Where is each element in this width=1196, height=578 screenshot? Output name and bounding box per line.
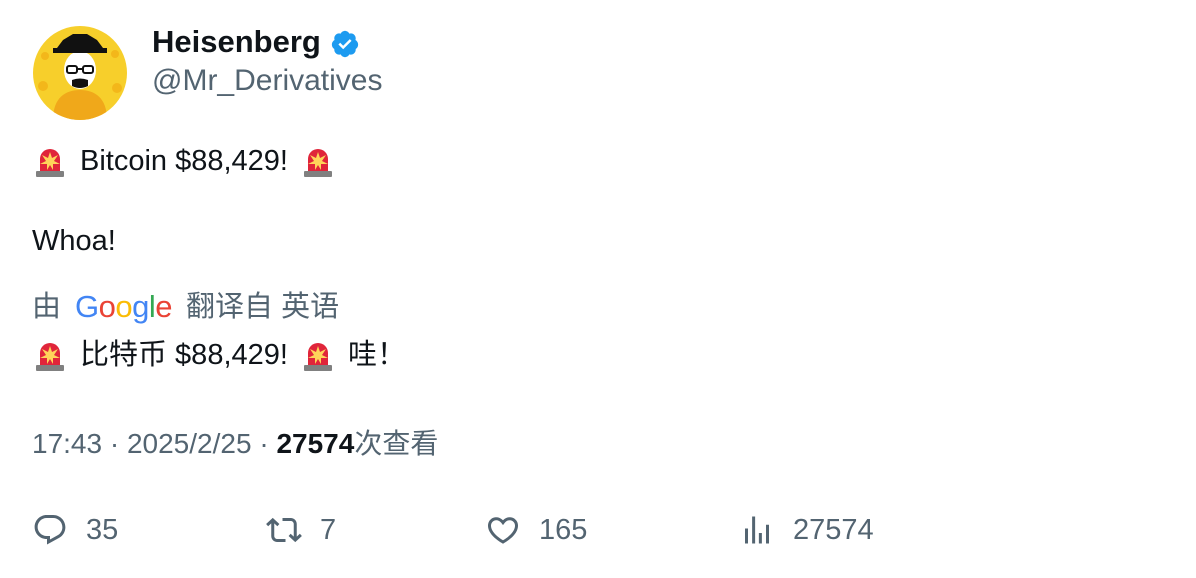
author-handle[interactable]: @Mr_Derivatives — [152, 63, 383, 99]
avatar[interactable] — [33, 26, 127, 120]
translation-prefix: 由 — [32, 291, 62, 323]
heisenberg-avatar-icon — [33, 26, 127, 120]
google-logo: Google — [75, 289, 173, 324]
police-car-light-icon — [303, 149, 332, 177]
meta-separator: · — [102, 428, 127, 459]
translation-attribution[interactable]: 由 Google 翻译自 英语 — [32, 288, 339, 326]
police-car-light-icon — [303, 343, 332, 371]
meta-separator: · — [251, 428, 277, 459]
translated-text-part2: 哇！ — [347, 339, 406, 371]
tweet-text-line2: Whoa! — [32, 225, 116, 257]
author-display-name[interactable]: Heisenberg — [152, 24, 321, 60]
author-name-row: Heisenberg — [152, 24, 360, 60]
police-car-light-icon — [36, 149, 64, 177]
views-action-count: 27574 — [793, 513, 874, 546]
analytics-bar-icon — [745, 516, 769, 544]
like-button[interactable]: 165 — [485, 512, 587, 548]
action-bar: 35 7 165 27574 — [0, 512, 1196, 556]
translated-text-part1: 比特币 $88,429! — [80, 339, 288, 371]
like-count: 165 — [539, 513, 588, 546]
retweet-count: 7 — [320, 513, 337, 546]
translated-text: 比特币 $88,429! 哇！ — [32, 336, 406, 374]
retweet-button[interactable]: 7 — [266, 512, 336, 548]
views-count: 27574 — [276, 428, 355, 459]
views-label: 次查看 — [354, 428, 439, 459]
reply-icon — [34, 515, 66, 545]
tweet-line1-text: Bitcoin $88,429! — [80, 145, 288, 177]
tweet-time[interactable]: 17:43 — [32, 428, 102, 459]
police-car-light-icon — [36, 343, 64, 371]
views-button[interactable]: 27574 — [739, 512, 874, 548]
reply-count: 35 — [86, 513, 119, 546]
heart-icon — [487, 517, 519, 544]
reply-button[interactable]: 35 — [32, 512, 118, 548]
tweet-date[interactable]: 2025/2/25 — [127, 428, 252, 459]
retweet-icon — [266, 517, 302, 543]
tweet-metadata: 17:43 · 2025/2/25 · 27574次查看 — [32, 425, 438, 463]
verified-badge-icon[interactable] — [330, 29, 360, 59]
tweet-text-line1: Bitcoin $88,429! — [32, 142, 336, 180]
translation-suffix: 翻译自 英语 — [186, 291, 340, 323]
